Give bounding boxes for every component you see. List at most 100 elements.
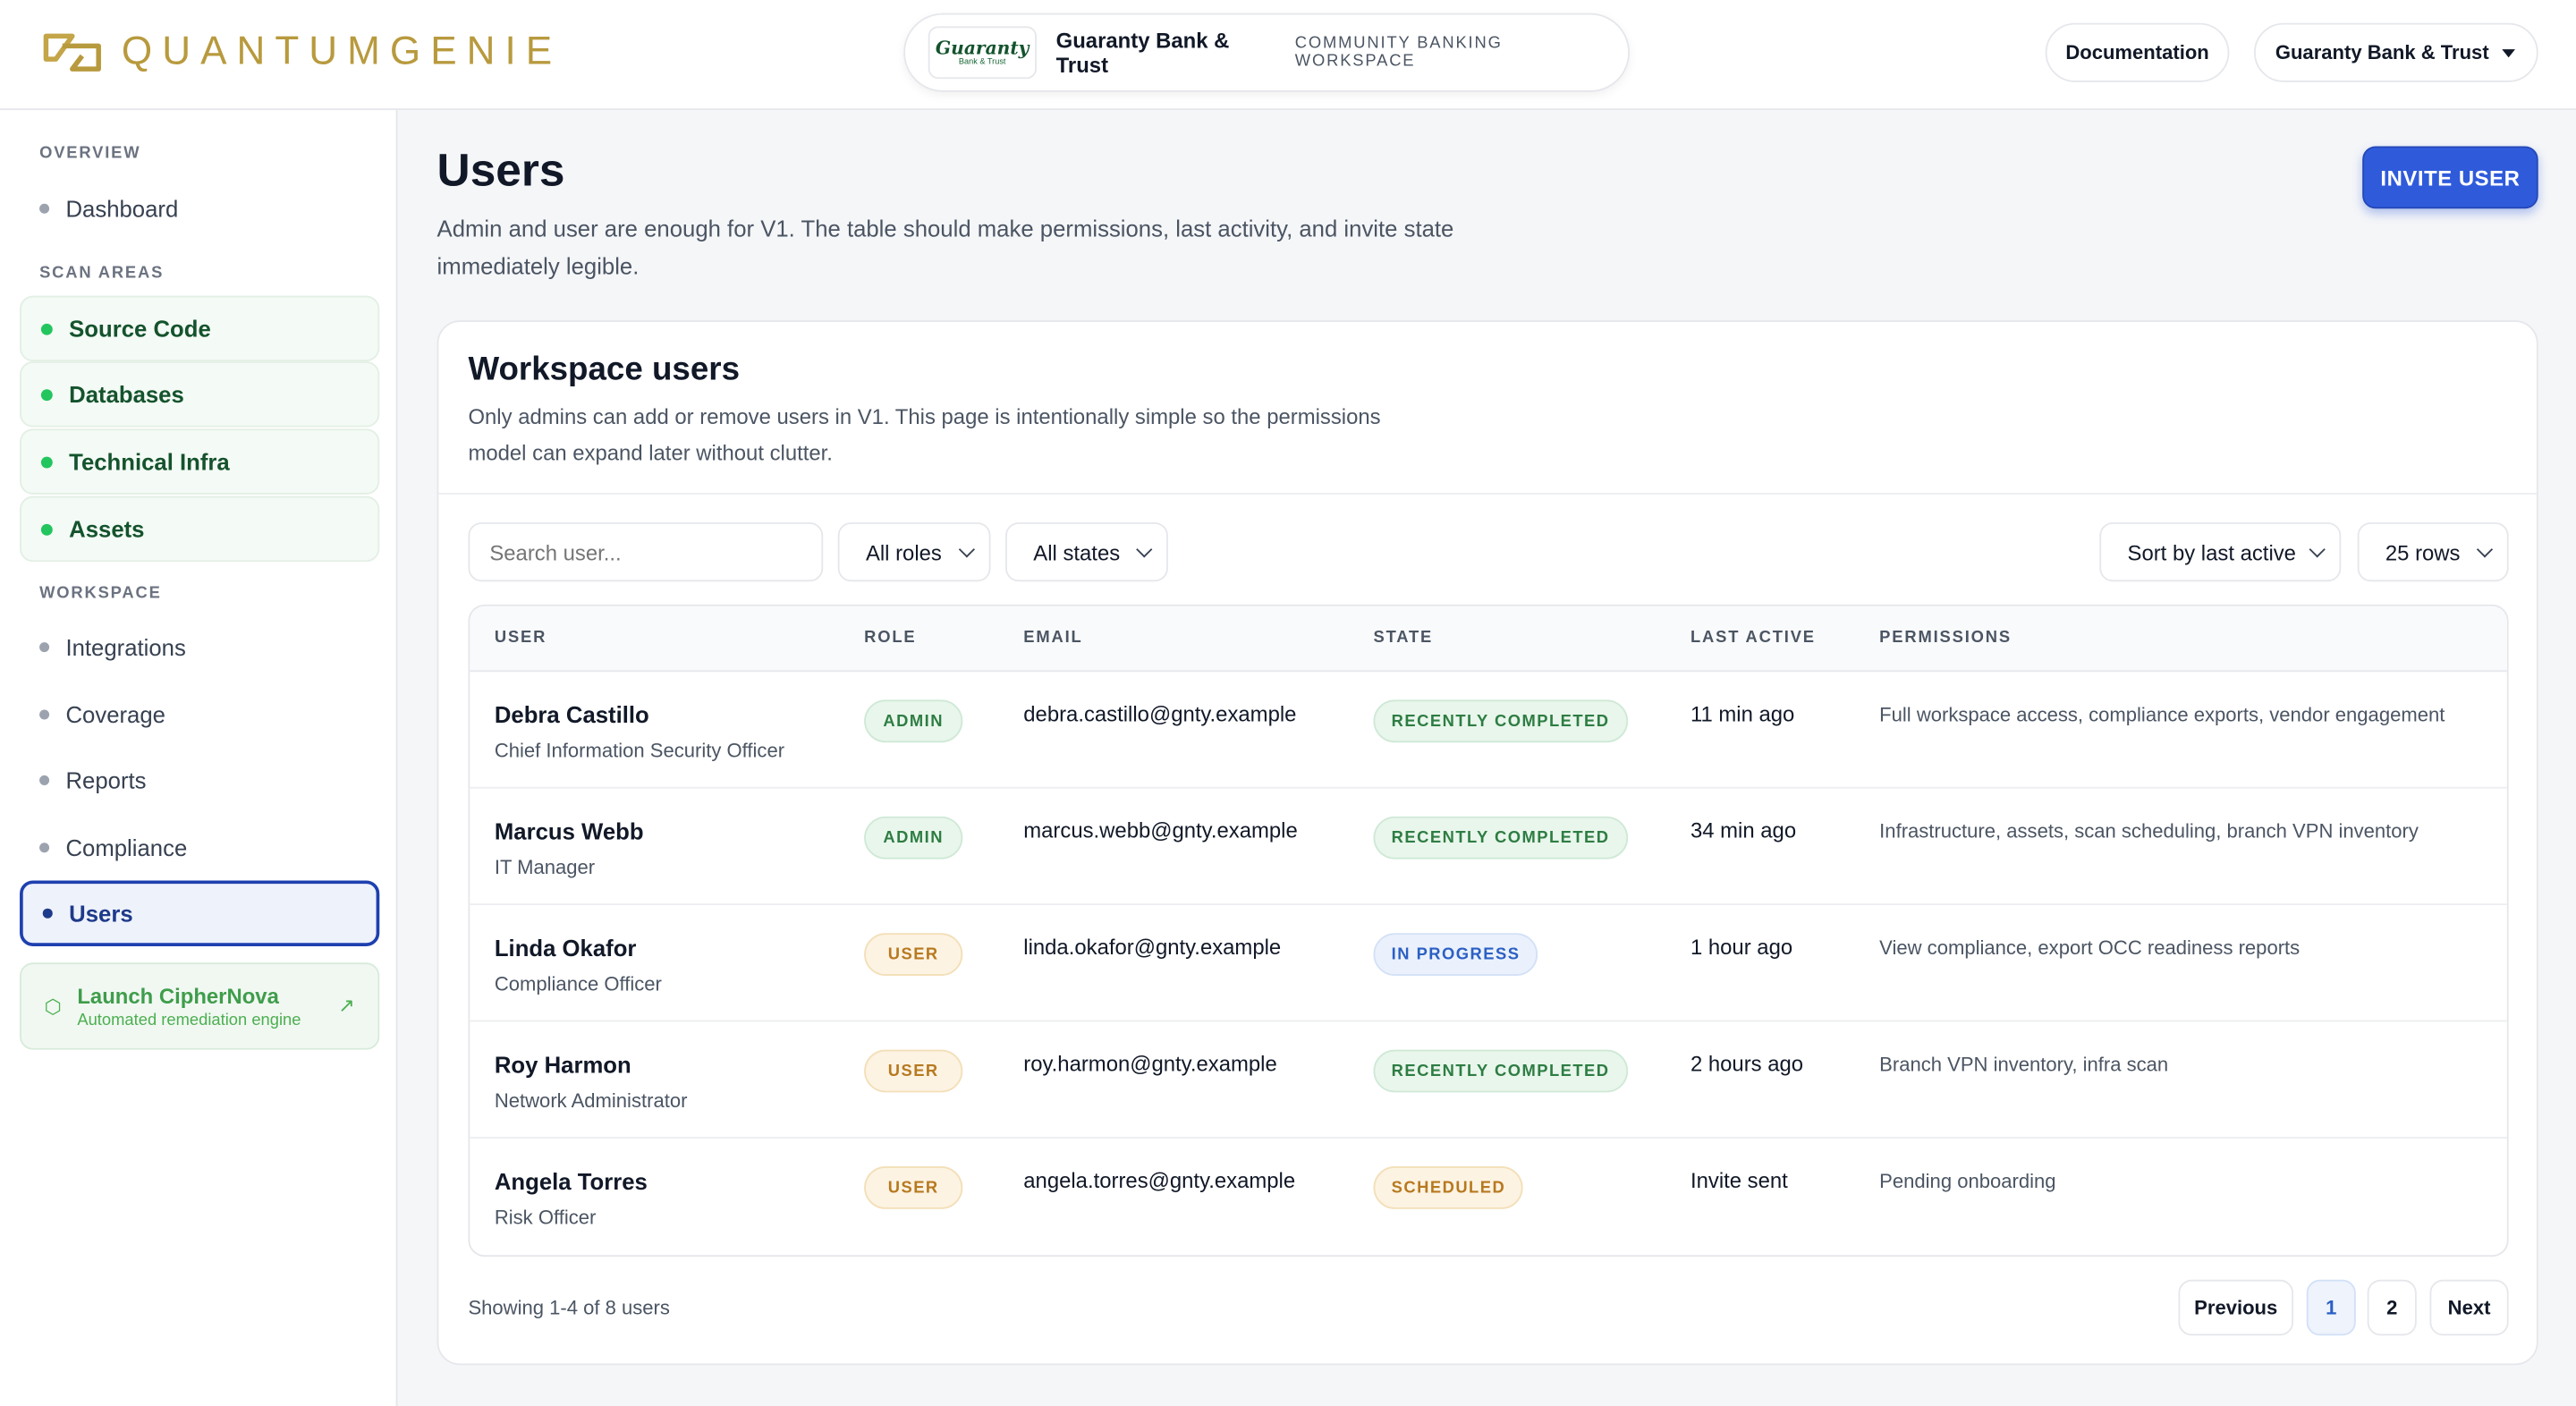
- bullet-icon: [39, 775, 50, 785]
- column-header-permissions[interactable]: PERMISSIONS: [1879, 629, 2012, 647]
- previous-page-button[interactable]: Previous: [2178, 1279, 2294, 1336]
- role-badge: USER: [864, 1049, 963, 1093]
- column-header-role[interactable]: ROLE: [864, 629, 916, 647]
- user-email: roy.harmon@gnty.example: [1023, 1051, 1277, 1077]
- launch-ciphernova-button[interactable]: ⬡ Launch CipherNova Automated remediatio…: [20, 962, 380, 1050]
- table-row[interactable]: Debra Castillo Chief Information Securit…: [470, 672, 2507, 789]
- permissions-text: View compliance, export OCC readiness re…: [1879, 936, 2301, 960]
- tenant-logo: Guaranty Bank & Trust: [928, 26, 1037, 80]
- page-2-button[interactable]: 2: [2367, 1279, 2417, 1336]
- sidebar-item-label: Source Code: [69, 315, 211, 343]
- chevron-down-icon: [1136, 541, 1153, 558]
- chevron-down-icon: [2309, 541, 2326, 558]
- sidebar-item-compliance[interactable]: Compliance: [20, 815, 379, 880]
- table-row[interactable]: Angela Torres Risk Officer USER angela.t…: [470, 1139, 2507, 1255]
- chevron-down-icon: [2476, 541, 2494, 558]
- sidebar-item-label: Assets: [69, 515, 145, 543]
- sidebar-item-users[interactable]: Users: [20, 880, 380, 946]
- user-name: Roy Harmon: [494, 1051, 631, 1078]
- sidebar-item-label: Compliance: [65, 834, 188, 861]
- sidebar-item-label: Integrations: [65, 633, 186, 661]
- sort-select-value: Sort by last active: [2127, 539, 2296, 564]
- brand-name: QUANTUMGENIE: [121, 30, 563, 74]
- launch-title: Launch CipherNova: [77, 983, 279, 1008]
- sidebar-item-technical-infra[interactable]: Technical Infra: [20, 428, 380, 495]
- permissions-text: Full workspace access, compliance export…: [1879, 703, 2445, 726]
- user-email: angela.torres@gnty.example: [1023, 1167, 1296, 1193]
- sidebar-item-integrations[interactable]: Integrations: [20, 614, 379, 680]
- sort-select[interactable]: Sort by last active: [2099, 522, 2342, 582]
- org-switcher-label: Guaranty Bank & Trust: [2275, 40, 2489, 64]
- bullet-icon: [39, 203, 50, 214]
- user-title: IT Manager: [494, 855, 596, 879]
- bullet-icon: [39, 843, 50, 853]
- state-badge: IN PROGRESS: [1373, 933, 1538, 976]
- user-email: linda.okafor@gnty.example: [1023, 935, 1282, 960]
- sidebar-item-source-code[interactable]: Source Code: [20, 295, 380, 362]
- quantumgenie-logo-icon: [39, 30, 105, 75]
- tenant-logo-line2: Bank & Trust: [958, 56, 1006, 67]
- section-title-scan-areas: SCAN AREAS: [39, 264, 165, 283]
- org-switcher[interactable]: Guaranty Bank & Trust: [2253, 22, 2538, 82]
- divider: [438, 493, 2537, 495]
- sidebar-item-label: Coverage: [65, 701, 165, 728]
- sidebar-item-label: Technical Infra: [69, 448, 230, 475]
- sidebar-item-label: Dashboard: [65, 195, 179, 222]
- sidebar-item-dashboard[interactable]: Dashboard: [20, 176, 379, 241]
- tenant-name: Guaranty Bank & Trust: [1055, 28, 1230, 78]
- status-dot-icon: [40, 455, 53, 468]
- card-title: Workspace users: [468, 352, 741, 388]
- invite-user-button[interactable]: INVITE USER: [2362, 146, 2538, 209]
- bullet-icon: [42, 908, 53, 919]
- sidebar-item-coverage[interactable]: Coverage: [20, 682, 379, 747]
- sidebar-item-label: Databases: [69, 381, 184, 408]
- status-dot-icon: [40, 322, 53, 335]
- user-title: Network Administrator: [494, 1088, 688, 1113]
- last-active: 1 hour ago: [1690, 935, 1793, 960]
- next-page-button[interactable]: Next: [2429, 1279, 2509, 1336]
- page-title: Users: [436, 144, 565, 196]
- workspace-users-card: Workspace users Only admins can add or r…: [436, 320, 2538, 1366]
- card-description: Only admins can add or remove users in V…: [468, 403, 1381, 465]
- page-1-button[interactable]: 1: [2306, 1279, 2356, 1336]
- user-title: Chief Information Security Officer: [494, 739, 785, 763]
- states-select-value: All states: [1033, 539, 1121, 564]
- state-badge: SCHEDULED: [1373, 1166, 1524, 1209]
- section-title-workspace: WORKSPACE: [39, 584, 162, 604]
- chevron-down-icon: [958, 541, 975, 558]
- pagination-summary: Showing 1-4 of 8 users: [468, 1296, 670, 1319]
- state-badge: RECENTLY COMPLETED: [1373, 699, 1628, 743]
- column-header-state[interactable]: STATE: [1373, 629, 1433, 647]
- state-badge: RECENTLY COMPLETED: [1373, 1049, 1628, 1093]
- last-active: 11 min ago: [1690, 701, 1795, 726]
- role-badge: USER: [864, 1166, 963, 1209]
- permissions-text: Branch VPN inventory, infra scan: [1879, 1053, 2169, 1077]
- column-header-last-active[interactable]: LAST ACTIVE: [1690, 629, 1816, 647]
- users-table: USER ROLE EMAIL STATE LAST ACTIVE PERMIS…: [468, 604, 2509, 1258]
- sidebar-item-reports[interactable]: Reports: [20, 748, 379, 813]
- search-input[interactable]: [468, 522, 824, 582]
- rows-select-value: 25 rows: [2385, 539, 2461, 564]
- section-title-overview: OVERVIEW: [39, 144, 141, 163]
- column-header-user[interactable]: USER: [495, 629, 547, 647]
- status-dot-icon: [40, 388, 53, 401]
- permissions-text: Pending onboarding: [1879, 1169, 2056, 1193]
- brand-logo[interactable]: QUANTUMGENIE: [39, 30, 562, 75]
- caret-down-icon: [2502, 48, 2516, 57]
- table-header: USER ROLE EMAIL STATE LAST ACTIVE PERMIS…: [470, 606, 2507, 673]
- user-title: Compliance Officer: [494, 972, 662, 996]
- rows-per-page-select[interactable]: 25 rows: [2357, 522, 2509, 582]
- sidebar-item-databases[interactable]: Databases: [20, 361, 380, 428]
- table-row[interactable]: Marcus Webb IT Manager ADMIN marcus.webb…: [470, 789, 2507, 906]
- states-select[interactable]: All states: [1005, 522, 1168, 582]
- table-row[interactable]: Roy Harmon Network Administrator USER ro…: [470, 1021, 2507, 1139]
- user-name: Marcus Webb: [494, 817, 644, 845]
- column-header-email[interactable]: EMAIL: [1023, 629, 1082, 647]
- sidebar-item-assets[interactable]: Assets: [20, 495, 380, 563]
- sidebar: OVERVIEW Dashboard SCAN AREAS Source Cod…: [0, 110, 398, 1406]
- role-badge: ADMIN: [864, 699, 963, 743]
- table-row[interactable]: Linda Okafor Compliance Officer USER lin…: [470, 905, 2507, 1022]
- tenant-pill[interactable]: Guaranty Bank & Trust Guaranty Bank & Tr…: [903, 13, 1631, 92]
- roles-select[interactable]: All roles: [837, 522, 991, 582]
- documentation-button[interactable]: Documentation: [2045, 22, 2230, 82]
